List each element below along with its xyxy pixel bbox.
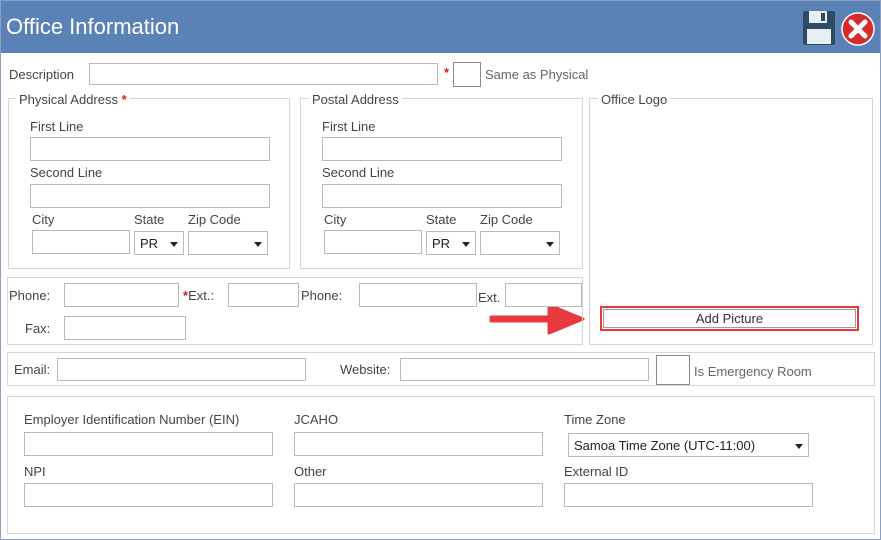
postal-state-select[interactable]: PR	[426, 231, 476, 255]
fax-label: Fax:	[25, 321, 51, 336]
external-id-label: External ID	[564, 464, 629, 479]
same-as-physical-label: Same as Physical	[485, 67, 589, 82]
chevron-down-icon	[170, 242, 178, 247]
postal-state-label: State	[426, 212, 457, 227]
window-title: Office Information	[6, 14, 180, 39]
office-information-window: Office Information Description * Same as…	[0, 0, 881, 540]
website-input[interactable]	[400, 358, 649, 381]
physical-address-required-mark: *	[121, 92, 127, 107]
description-required-mark: *	[444, 65, 450, 80]
phone1-input[interactable]	[64, 283, 179, 307]
chevron-down-icon	[462, 242, 470, 247]
ein-input[interactable]	[24, 432, 273, 456]
fax-input[interactable]	[64, 316, 186, 340]
physical-zip-select[interactable]	[188, 231, 268, 255]
postal-second-line-label: Second Line	[322, 165, 395, 180]
physical-second-line-label: Second Line	[30, 165, 103, 180]
email-label: Email:	[14, 362, 51, 377]
postal-first-line-label: First Line	[322, 119, 376, 134]
postal-zip-select[interactable]	[480, 231, 560, 255]
chevron-down-icon	[254, 242, 262, 247]
red-close-icon[interactable]	[840, 12, 876, 46]
physical-first-line-input[interactable]	[30, 137, 270, 161]
description-input[interactable]	[89, 63, 438, 85]
physical-state-label: State	[134, 212, 165, 227]
postal-city-label: City	[324, 212, 347, 227]
physical-city-input[interactable]	[32, 230, 130, 254]
jcaho-input[interactable]	[294, 432, 543, 456]
floppy-disk-icon[interactable]	[802, 10, 836, 46]
timezone-value: Samoa Time Zone (UTC-11:00)	[574, 438, 756, 453]
ext1-label: Ext.:	[188, 288, 215, 303]
same-as-physical-checkbox[interactable]	[453, 62, 481, 87]
ext2-input[interactable]	[505, 283, 582, 307]
npi-input[interactable]	[24, 483, 273, 507]
phone2-label: Phone:	[301, 288, 343, 303]
physical-first-line-label: First Line	[30, 119, 84, 134]
other-input[interactable]	[294, 483, 543, 507]
title-bar: Office Information	[1, 1, 880, 53]
physical-state-value: PR	[140, 236, 159, 251]
ein-label: Employer Identification Number (EIN)	[24, 412, 240, 427]
physical-address-legend: Physical Address *	[16, 92, 130, 107]
other-label: Other	[294, 464, 327, 479]
phone1-label: Phone:	[9, 288, 51, 303]
chevron-down-icon	[546, 242, 554, 247]
postal-state-value: PR	[432, 236, 451, 251]
website-label: Website:	[340, 362, 391, 377]
postal-address-legend: Postal Address	[309, 92, 402, 107]
external-id-input[interactable]	[564, 483, 813, 507]
postal-first-line-input[interactable]	[322, 137, 562, 161]
chevron-down-icon	[795, 444, 803, 449]
physical-zip-label: Zip Code	[188, 212, 241, 227]
add-picture-button[interactable]: Add Picture	[603, 309, 856, 328]
emergency-room-label: Is Emergency Room	[694, 364, 812, 379]
phone2-input[interactable]	[359, 283, 477, 307]
physical-address-legend-text: Physical Address	[19, 92, 118, 107]
office-logo-legend: Office Logo	[598, 92, 671, 107]
description-label: Description	[9, 67, 75, 82]
add-picture-highlight: Add Picture	[600, 306, 859, 331]
ext1-input[interactable]	[228, 283, 299, 307]
jcaho-label: JCAHO	[294, 412, 339, 427]
timezone-label: Time Zone	[564, 412, 626, 427]
ext1-label-wrap: *Ext.:	[183, 288, 214, 303]
emergency-room-checkbox[interactable]	[656, 355, 690, 385]
physical-city-label: City	[32, 212, 55, 227]
postal-city-input[interactable]	[324, 230, 422, 254]
email-input[interactable]	[57, 358, 306, 381]
postal-zip-label: Zip Code	[480, 212, 533, 227]
postal-second-line-input[interactable]	[322, 184, 562, 208]
ext2-label: Ext.	[478, 290, 501, 305]
timezone-select[interactable]: Samoa Time Zone (UTC-11:00)	[568, 433, 809, 457]
npi-label: NPI	[24, 464, 46, 479]
physical-state-select[interactable]: PR	[134, 231, 184, 255]
physical-second-line-input[interactable]	[30, 184, 270, 208]
